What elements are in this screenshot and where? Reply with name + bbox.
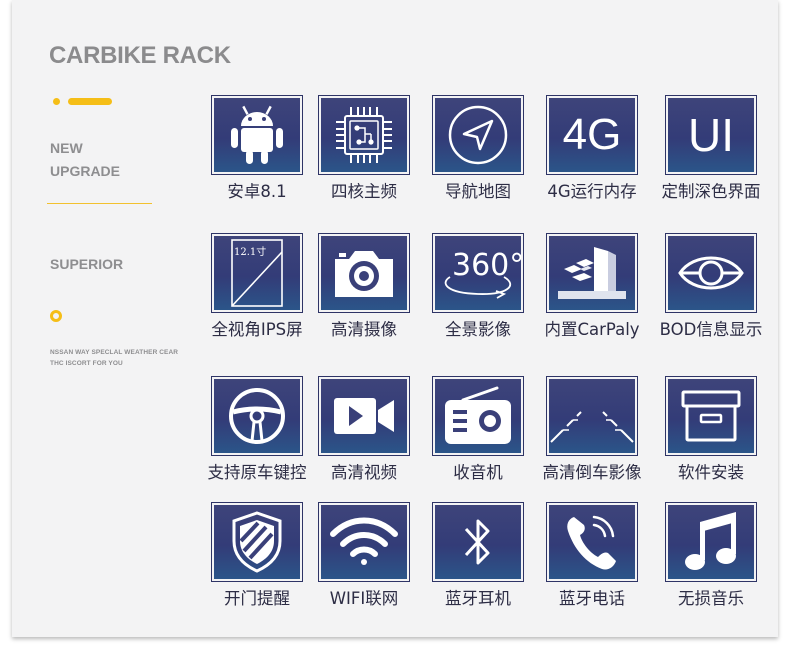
feature-label: 软件安装 — [678, 463, 744, 482]
bluetooth-icon — [464, 519, 490, 565]
side-upgrade-text: UPGRADE — [50, 163, 121, 179]
accent-ring — [50, 310, 62, 322]
360-icon: 360° — [452, 248, 525, 283]
feature-tile — [665, 502, 757, 582]
feature-tile — [432, 95, 524, 175]
feature-label: 全视角IPS屏 — [211, 320, 303, 339]
side-fine-line-1: NSSAN WAY SPECLAL WEATHER CEAR — [50, 349, 179, 356]
side-new-upgrade: NEW UPGRADE — [50, 137, 160, 183]
android-icon — [231, 105, 283, 164]
music-icon — [685, 512, 736, 570]
screen-size-text: 12.1寸 — [234, 247, 267, 258]
feature-label: 蓝牙电话 — [559, 589, 625, 608]
side-superior-text: SUPERIOR — [50, 256, 124, 272]
box-icon — [681, 390, 741, 442]
side-fine-line-2: THC ISCORT FOR YOU — [50, 360, 123, 367]
ui-icon: UI — [688, 109, 734, 161]
chip-icon — [336, 107, 392, 163]
carplay-icon — [558, 247, 626, 299]
feature-tile — [211, 502, 303, 582]
phone-icon — [567, 515, 616, 570]
feature-label: 全景影像 — [445, 320, 511, 339]
feature-tile — [318, 502, 410, 582]
feature-label: 高清倒车影像 — [542, 463, 642, 482]
camera-icon — [335, 251, 393, 297]
steering-wheel-icon — [229, 388, 285, 444]
4g-icon: 4G — [562, 110, 622, 159]
feature-tile — [546, 502, 638, 582]
feature-label: 无损音乐 — [678, 589, 744, 608]
reverse-camera-icon — [550, 411, 634, 443]
feature-tile — [211, 95, 303, 175]
eye-icon — [678, 256, 744, 290]
feature-tile — [665, 233, 757, 313]
feature-label: 支持原车键控 — [207, 463, 307, 482]
radio-icon — [445, 386, 511, 444]
feature-label: BOD信息显示 — [659, 320, 763, 339]
feature-tile — [211, 376, 303, 456]
side-divider — [47, 203, 152, 204]
feature-tile — [318, 233, 410, 313]
feature-tile — [665, 376, 757, 456]
accent-bar — [68, 98, 112, 105]
feature-tile: 4G — [546, 95, 638, 175]
wifi-icon — [330, 517, 398, 565]
feature-tile — [432, 502, 524, 582]
shield-icon — [232, 511, 282, 573]
feature-label: 定制深色界面 — [661, 182, 761, 201]
feature-label: 导航地图 — [445, 182, 511, 201]
feature-label: 高清摄像 — [331, 320, 397, 339]
feature-label: 4G运行内存 — [547, 182, 637, 201]
feature-label: 开门提醒 — [224, 589, 290, 608]
feature-label: 四核主频 — [331, 182, 397, 201]
feature-tile — [546, 376, 638, 456]
navigation-icon — [448, 105, 508, 165]
feature-tile: 12.1寸 — [211, 233, 303, 313]
feature-tile: 360° — [432, 233, 524, 313]
feature-tile — [432, 376, 524, 456]
feature-tile — [318, 376, 410, 456]
feature-label: 蓝牙耳机 — [445, 589, 511, 608]
feature-label: 内置CarPaly — [544, 320, 640, 339]
feature-tile — [546, 233, 638, 313]
feature-tile: UI — [665, 95, 757, 175]
side-fine-print: NSSAN WAY SPECLAL WEATHER CEAR THC ISCOR… — [50, 347, 200, 369]
feature-label: 收音机 — [453, 463, 503, 482]
accent-dot — [53, 98, 60, 105]
feature-label: 高清视频 — [331, 463, 397, 482]
feature-label: 安卓8.1 — [227, 182, 287, 201]
feature-label: WIFI联网 — [329, 589, 399, 608]
brand-title: CARBIKE RACK — [49, 42, 231, 69]
side-new-text: NEW — [50, 140, 83, 156]
feature-tile — [318, 95, 410, 175]
video-icon — [334, 398, 394, 434]
